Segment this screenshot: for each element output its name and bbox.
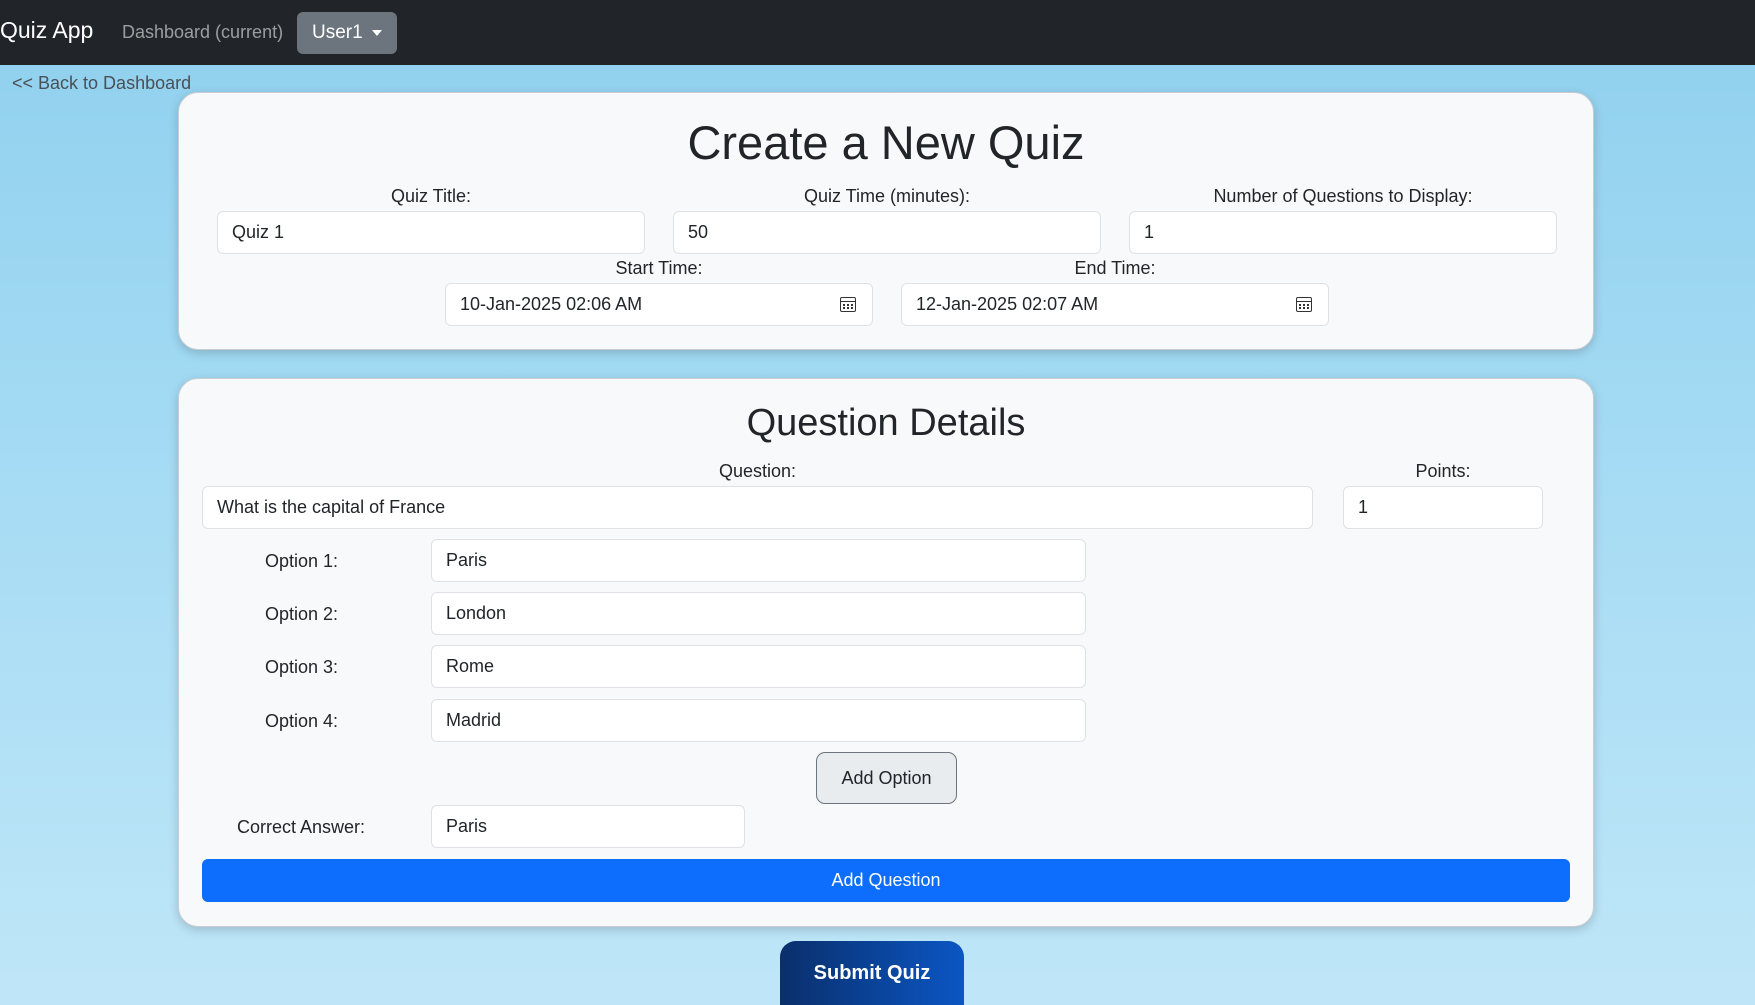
question-label: Question: [718, 461, 797, 481]
question-details-card: Question Details Question: Points: Optio… [178, 378, 1594, 927]
user-menu-button[interactable]: User1 [297, 12, 397, 54]
num-questions-input[interactable] [1129, 211, 1557, 254]
end-time-input[interactable]: 12-Jan-2025 02:07 AM [901, 283, 1329, 326]
option-3-label: Option 3: [265, 657, 339, 677]
quiz-time-input[interactable] [673, 211, 1101, 254]
option-4-input[interactable] [431, 699, 1086, 742]
correct-answer-label: Correct Answer: [237, 817, 366, 837]
add-question-button[interactable]: Add Question [202, 859, 1570, 902]
start-time-value: 10-Jan-2025 02:06 AM [460, 294, 643, 314]
quiz-title-input[interactable] [217, 211, 645, 254]
navbar: Quiz App Dashboard (current) User1 [0, 0, 1755, 65]
submit-quiz-button[interactable]: Submit Quiz [780, 941, 964, 1005]
correct-answer-input[interactable] [431, 805, 745, 848]
option-3-input[interactable] [431, 645, 1086, 688]
calendar-icon[interactable] [840, 297, 856, 312]
option-2-input[interactable] [431, 592, 1086, 635]
calendar-icon[interactable] [1296, 297, 1312, 312]
start-time-label: Start Time: [615, 258, 703, 278]
back-to-dashboard-link[interactable]: << Back to Dashboard [12, 73, 191, 94]
start-time-input[interactable]: 10-Jan-2025 02:06 AM [445, 283, 873, 326]
nav-dashboard-link[interactable]: Dashboard (current) [122, 22, 283, 43]
option-2-label: Option 2: [265, 604, 339, 624]
end-time-value: 12-Jan-2025 02:07 AM [916, 294, 1099, 314]
question-details-heading: Question Details [746, 402, 1026, 444]
quiz-title-label: Quiz Title: [390, 186, 472, 206]
caret-down-icon [372, 30, 382, 36]
end-time-label: End Time: [1074, 258, 1156, 278]
create-quiz-card: Create a New Quiz Quiz Title: Quiz Time … [178, 92, 1594, 350]
app-brand[interactable]: Quiz App [0, 17, 93, 44]
create-quiz-heading: Create a New Quiz [687, 116, 1085, 169]
quiz-time-label: Quiz Time (minutes): [803, 186, 971, 206]
option-1-label: Option 1: [265, 551, 339, 571]
points-input[interactable] [1343, 486, 1543, 529]
add-option-button[interactable]: Add Option [816, 752, 957, 804]
num-questions-label: Number of Questions to Display: [1213, 186, 1473, 206]
points-label: Points: [1415, 461, 1471, 481]
question-input[interactable] [202, 486, 1313, 529]
option-4-label: Option 4: [265, 711, 339, 731]
user-menu-label: User1 [312, 22, 363, 43]
option-1-input[interactable] [431, 539, 1086, 582]
